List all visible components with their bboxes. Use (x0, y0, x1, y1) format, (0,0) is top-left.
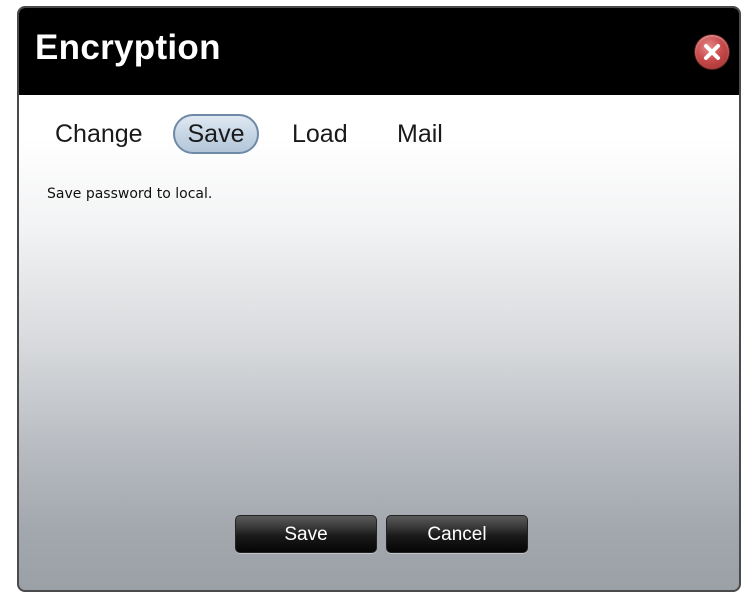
close-button[interactable] (695, 35, 729, 69)
dialog-title: Encryption (35, 28, 221, 67)
tab-load[interactable]: Load (292, 114, 348, 154)
tab-change[interactable]: Change (55, 114, 143, 154)
save-description: Save password to local. (47, 186, 213, 202)
tab-mail[interactable]: Mail (397, 114, 443, 154)
encryption-dialog: Encryption Change Save Load Mail Save pa… (17, 6, 741, 592)
dialog-titlebar: Encryption (19, 8, 739, 95)
tab-save[interactable]: Save (173, 114, 259, 154)
cancel-button[interactable]: Cancel (386, 515, 528, 553)
close-icon (704, 44, 720, 60)
save-button[interactable]: Save (235, 515, 377, 553)
